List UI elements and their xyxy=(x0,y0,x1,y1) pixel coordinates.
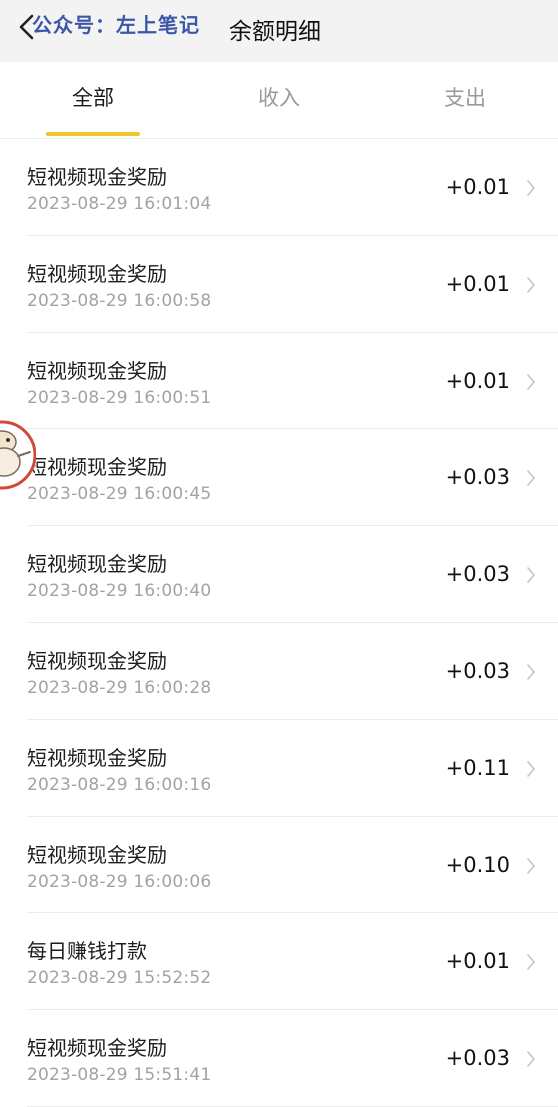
transaction-time: 2023-08-29 16:00:51 xyxy=(27,387,212,408)
list-item[interactable]: 短视频现金奖励 2023-08-29 16:00:06 +0.10 xyxy=(0,817,558,914)
transaction-time: 2023-08-29 15:51:41 xyxy=(27,1065,212,1086)
transaction-title: 短视频现金奖励 xyxy=(27,552,167,577)
transaction-time: 2023-08-29 16:00:45 xyxy=(27,484,212,505)
list-item[interactable]: 短视频现金奖励 2023-08-29 16:00:40 +0.03 xyxy=(0,526,558,623)
transaction-amount: +0.03 xyxy=(445,562,510,587)
list-item[interactable]: 短视频现金奖励 2023-08-29 16:01:04 +0.01 xyxy=(0,139,558,236)
chevron-right-icon xyxy=(527,180,535,196)
active-tab-indicator xyxy=(46,132,140,136)
tab-income[interactable]: 收入 xyxy=(186,82,372,112)
tab-all[interactable]: 全部 xyxy=(0,82,186,112)
balance-detail-page: 公众号：左上笔记 余额明细 全部 收入 支出 短视频现金奖励 2023-08-2… xyxy=(0,0,558,1107)
transaction-time: 2023-08-29 16:01:04 xyxy=(27,194,212,214)
transaction-amount: +0.01 xyxy=(445,271,510,296)
tab-bar: 全部 收入 支出 xyxy=(0,62,558,139)
transaction-amount: +0.03 xyxy=(445,1046,510,1071)
chevron-right-icon xyxy=(527,857,535,874)
transaction-amount: +0.03 xyxy=(445,658,510,683)
list-item[interactable]: 短视频现金奖励 2023-08-29 15:51:41 +0.03 xyxy=(0,1010,558,1107)
transaction-amount: +0.01 xyxy=(445,368,510,393)
transaction-title: 短视频现金奖励 xyxy=(27,165,167,189)
chevron-right-icon xyxy=(527,954,535,971)
transaction-title: 每日赚钱打款 xyxy=(27,939,147,964)
transaction-title: 短视频现金奖励 xyxy=(27,455,167,480)
chevron-right-icon xyxy=(527,470,535,487)
transaction-time: 2023-08-29 16:00:40 xyxy=(27,581,212,602)
floating-avatar-icon[interactable] xyxy=(0,418,36,492)
transaction-amount: +0.10 xyxy=(445,852,510,877)
transaction-time: 2023-08-29 15:52:52 xyxy=(27,968,212,989)
list-item[interactable]: 短视频现金奖励 2023-08-29 16:00:51 +0.01 xyxy=(0,333,558,430)
transaction-time: 2023-08-29 16:00:58 xyxy=(27,290,212,311)
transaction-list: 短视频现金奖励 2023-08-29 16:01:04 +0.01 短视频现金奖… xyxy=(0,139,558,1107)
chevron-right-icon xyxy=(527,1051,535,1067)
watermark-text: 公众号：左上笔记 xyxy=(32,13,200,37)
transaction-title: 短视频现金奖励 xyxy=(27,1036,167,1061)
list-item[interactable]: 短视频现金奖励 2023-08-29 16:00:58 +0.01 xyxy=(0,236,558,333)
chevron-right-icon xyxy=(527,664,535,680)
page-title: 余额明细 xyxy=(229,19,321,45)
transaction-title: 短视频现金奖励 xyxy=(27,842,167,867)
chevron-right-icon xyxy=(527,276,535,293)
nav-bar: 公众号：左上笔记 余额明细 xyxy=(0,0,558,62)
transaction-title: 短视频现金奖励 xyxy=(27,648,167,673)
transaction-title: 短视频现金奖励 xyxy=(27,745,167,770)
list-item[interactable]: 短视频现金奖励 2023-08-29 16:00:16 +0.11 xyxy=(0,720,558,817)
transaction-time: 2023-08-29 16:00:06 xyxy=(27,871,212,892)
list-item[interactable]: 每日赚钱打款 2023-08-29 15:52:52 +0.01 xyxy=(0,913,558,1010)
list-item[interactable]: 短视频现金奖励 2023-08-29 16:00:45 +0.03 xyxy=(0,429,558,526)
chevron-right-icon xyxy=(527,567,535,583)
chevron-right-icon xyxy=(527,373,535,390)
list-item[interactable]: 短视频现金奖励 2023-08-29 16:00:28 +0.03 xyxy=(0,623,558,720)
transaction-title: 短视频现金奖励 xyxy=(27,261,167,286)
transaction-title: 短视频现金奖励 xyxy=(27,358,167,383)
transaction-time: 2023-08-29 16:00:28 xyxy=(27,677,212,698)
transaction-amount: +0.01 xyxy=(445,175,510,199)
tab-expense[interactable]: 支出 xyxy=(372,82,558,112)
transaction-amount: +0.03 xyxy=(445,465,510,490)
transaction-time: 2023-08-29 16:00:16 xyxy=(27,774,212,795)
chevron-right-icon xyxy=(527,760,535,777)
transaction-amount: +0.01 xyxy=(445,949,510,974)
transaction-amount: +0.11 xyxy=(445,755,510,780)
